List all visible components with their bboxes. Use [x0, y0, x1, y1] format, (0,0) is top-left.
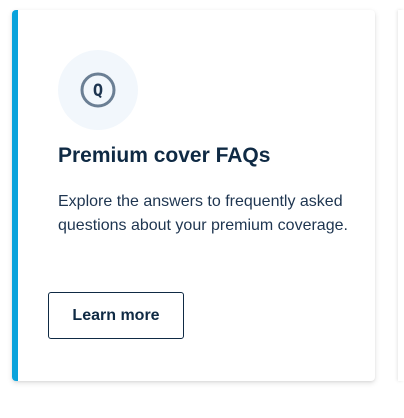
page: Q Premium cover FAQs Explore the answers…: [0, 0, 404, 418]
card-title: Premium cover FAQs: [58, 144, 271, 167]
card-accent-bar: [12, 10, 18, 381]
card-description: Explore the answers to frequently asked …: [58, 193, 348, 234]
svg-text:Q: Q: [93, 81, 103, 101]
icon-badge: Q: [58, 50, 138, 130]
learn-more-button[interactable]: Learn more: [48, 292, 184, 339]
faq-card: Q Premium cover FAQs Explore the answers…: [12, 10, 375, 381]
question-q-icon: Q: [80, 72, 116, 108]
adjacent-card-edge: [398, 10, 404, 381]
